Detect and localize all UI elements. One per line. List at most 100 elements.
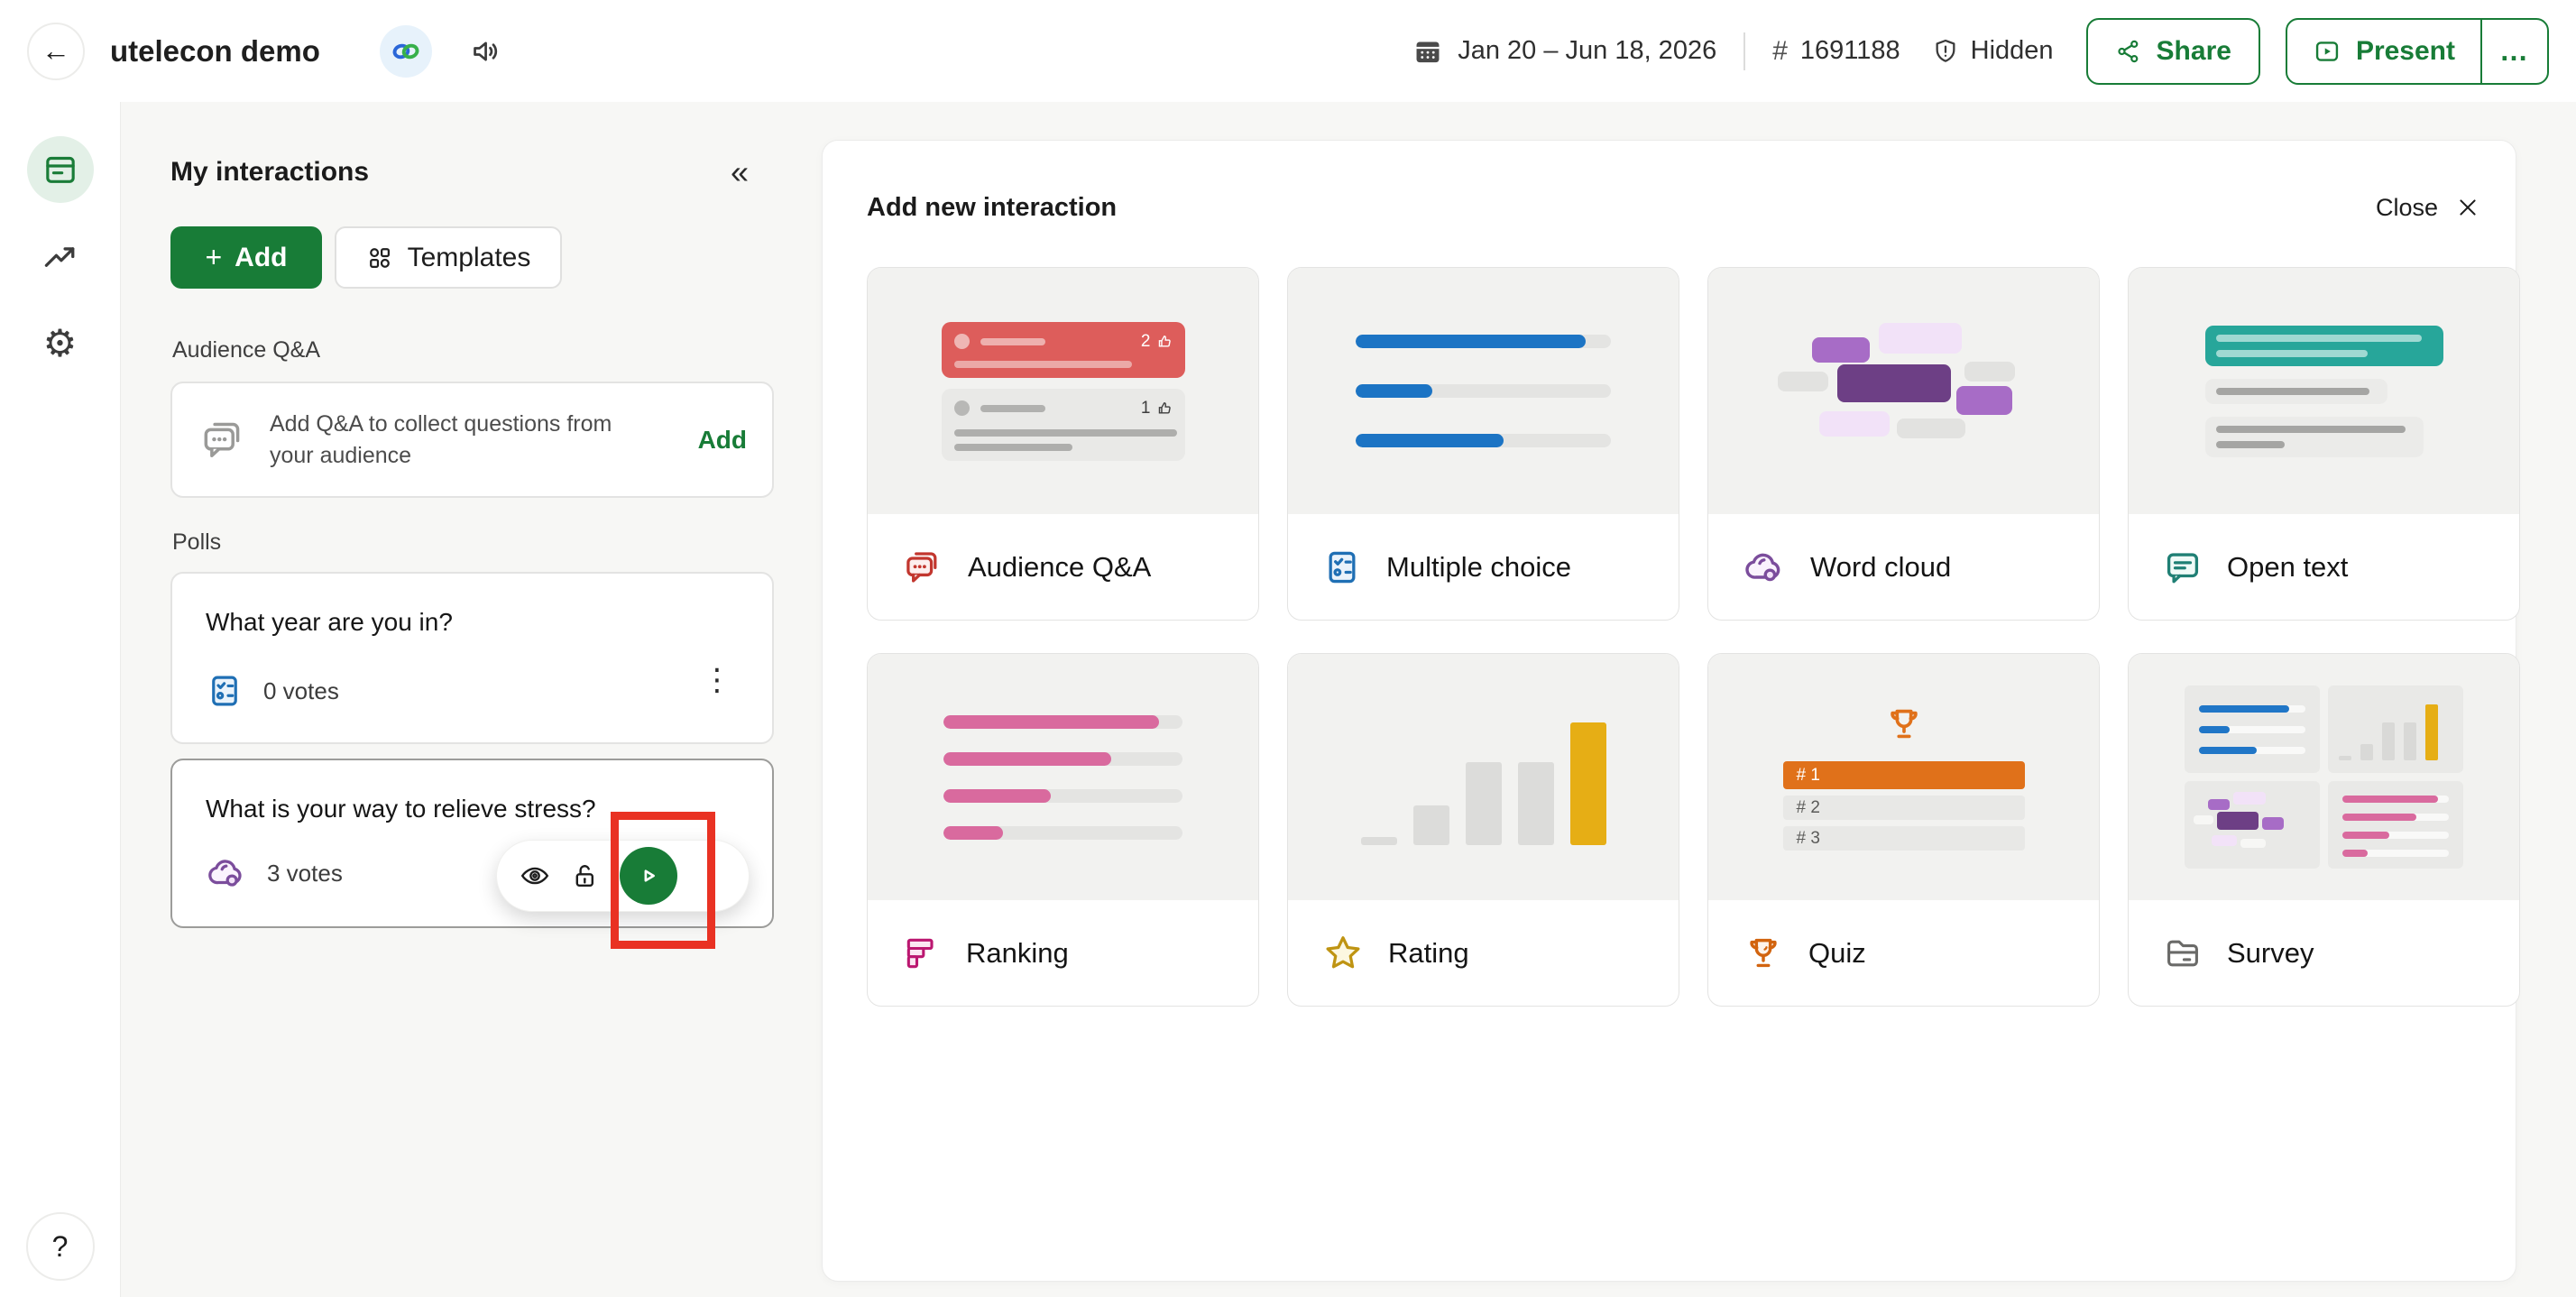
polls-section-heading: Polls: [172, 529, 221, 556]
interaction-card-label: Survey: [2227, 937, 2314, 970]
interactions-icon: [42, 152, 78, 188]
gear-icon: ⚙: [43, 325, 78, 363]
poll-item-word-cloud[interactable]: What is your way to relieve stress? 3 vo…: [170, 759, 774, 928]
poll-menu-icon[interactable]: ⋮: [702, 665, 732, 695]
quiz-rank-2: # 2: [1783, 796, 2025, 820]
present-button-group: Present …: [2286, 18, 2549, 85]
present-button[interactable]: Present: [2287, 20, 2480, 83]
qa-prompt-card[interactable]: Add Q&A to collect questions from your a…: [170, 382, 774, 498]
quiz-rank-1: # 1: [1783, 761, 2025, 789]
interaction-card-label: Rating: [1388, 937, 1469, 970]
panel-actions: + Add Templates: [170, 226, 562, 289]
ranking-icon: [902, 934, 942, 973]
add-label: Add: [235, 243, 287, 273]
dialog-header: Add new interaction Close: [867, 184, 2479, 231]
survey-folder-icon: [2163, 934, 2203, 973]
interaction-card-survey[interactable]: Survey: [2128, 653, 2520, 1007]
interaction-card-label: Word cloud: [1810, 551, 1951, 584]
add-interaction-dialog: Add new interaction Close 2: [822, 140, 2516, 1282]
poll-votes: 0 votes: [263, 677, 339, 705]
interaction-card-label: Quiz: [1808, 937, 1866, 970]
interaction-card-ranking[interactable]: Ranking: [867, 653, 1259, 1007]
eye-icon: [519, 860, 551, 892]
open-text-icon: [2163, 547, 2203, 587]
multiple-choice-icon: [1322, 547, 1362, 587]
interaction-card-label: Ranking: [966, 937, 1069, 970]
poll-meta: 3 votes: [206, 852, 343, 894]
qa-add-link[interactable]: Add: [698, 426, 747, 455]
survey-mini-cloud: [2185, 781, 2320, 869]
poll-votes: 3 votes: [267, 860, 343, 888]
ranking-thumbnail: [868, 654, 1258, 900]
session-code: # 1691188: [1772, 36, 1900, 67]
interaction-card-rating[interactable]: Rating: [1287, 653, 1679, 1007]
share-icon: [2115, 38, 2142, 65]
back-button[interactable]: ←: [27, 23, 85, 80]
announcement-button[interactable]: [470, 34, 504, 69]
presentation-title: utelecon demo: [110, 34, 320, 69]
survey-mini-bars: [2185, 685, 2320, 773]
collapse-panel-icon[interactable]: «: [731, 153, 774, 191]
play-icon: [635, 862, 662, 889]
speaker-icon: [470, 34, 504, 69]
qa-prompt-text: Add Q&A to collect questions from your a…: [270, 409, 621, 472]
qa-thumb-row: 1: [942, 389, 1185, 461]
present-label: Present: [2356, 36, 2455, 67]
visibility-status[interactable]: Hidden: [1931, 36, 2054, 66]
left-rail: ⚙ ?: [0, 102, 121, 1297]
open-text-thumbnail: [2129, 268, 2519, 514]
close-label: Close: [2376, 194, 2438, 222]
interaction-card-open-text[interactable]: Open text: [2128, 267, 2520, 621]
rail-item-settings[interactable]: ⚙: [41, 324, 80, 363]
interaction-card-word-cloud[interactable]: Word cloud: [1707, 267, 2100, 621]
thumbs-up-icon: [1157, 400, 1173, 416]
interaction-card-multiple-choice[interactable]: Multiple choice: [1287, 267, 1679, 621]
audience-qa-thumbnail: 2 1: [868, 268, 1258, 514]
qa-thumb-likes: 1: [1141, 399, 1151, 419]
poll-menu-icon[interactable]: ⋮: [696, 860, 727, 891]
quiz-thumbnail: # 1 # 2 # 3: [1708, 654, 2099, 900]
close-button[interactable]: Close: [2376, 194, 2479, 222]
rail-item-interactions[interactable]: [27, 136, 94, 203]
templates-grid-icon: [366, 244, 393, 271]
interaction-card-label: Audience Q&A: [968, 551, 1151, 584]
header-divider: [1743, 32, 1745, 70]
back-arrow-icon: ←: [41, 34, 70, 68]
preview-button[interactable]: [519, 860, 551, 892]
add-interaction-button[interactable]: + Add: [170, 226, 322, 289]
rail-item-results[interactable]: [41, 238, 80, 278]
thumbs-up-icon: [1157, 334, 1173, 349]
survey-thumbnail: [2129, 654, 2519, 900]
start-presenting-button[interactable]: [620, 847, 677, 905]
poll-item-multiple-choice[interactable]: What year are you in? 0 votes ⋮: [170, 572, 774, 744]
trophy-icon: [1883, 704, 1925, 745]
visibility-label: Hidden: [1971, 36, 2054, 66]
qa-thumb-highlight-row: 2: [942, 322, 1185, 378]
webex-integration-badge[interactable]: [380, 25, 432, 78]
interaction-type-grid: 2 1: [867, 267, 2520, 1007]
avatar: [954, 400, 970, 416]
poll-hover-toolbar: ⋮: [496, 840, 750, 912]
dialog-title: Add new interaction: [867, 193, 1117, 223]
interaction-card-quiz[interactable]: # 1 # 2 # 3 Quiz: [1707, 653, 2100, 1007]
plus-icon: +: [205, 241, 222, 274]
avatar: [954, 334, 970, 349]
hash-icon: #: [1772, 36, 1788, 67]
webex-logo-icon: [390, 35, 422, 68]
help-icon: ?: [52, 1230, 69, 1264]
survey-mini-ranking: [2328, 781, 2463, 869]
interaction-card-audience-qa[interactable]: 2 1: [867, 267, 1259, 621]
templates-label: Templates: [408, 243, 531, 273]
qa-thumb-likes: 2: [1141, 332, 1151, 352]
share-button[interactable]: Share: [2086, 18, 2260, 85]
lock-button[interactable]: [570, 860, 601, 891]
lock-open-icon: [570, 860, 601, 891]
app: { "header": { "back_icon": "←", "title":…: [0, 0, 2576, 1297]
quiz-trophy-icon: [1743, 933, 1784, 974]
word-cloud-icon: [206, 852, 247, 894]
panel-header: My interactions «: [170, 153, 774, 191]
date-range-text: Jan 20 – Jun 18, 2026: [1458, 36, 1716, 66]
help-button[interactable]: ?: [26, 1212, 95, 1281]
present-more-button[interactable]: …: [2480, 20, 2547, 83]
templates-button[interactable]: Templates: [335, 226, 562, 289]
